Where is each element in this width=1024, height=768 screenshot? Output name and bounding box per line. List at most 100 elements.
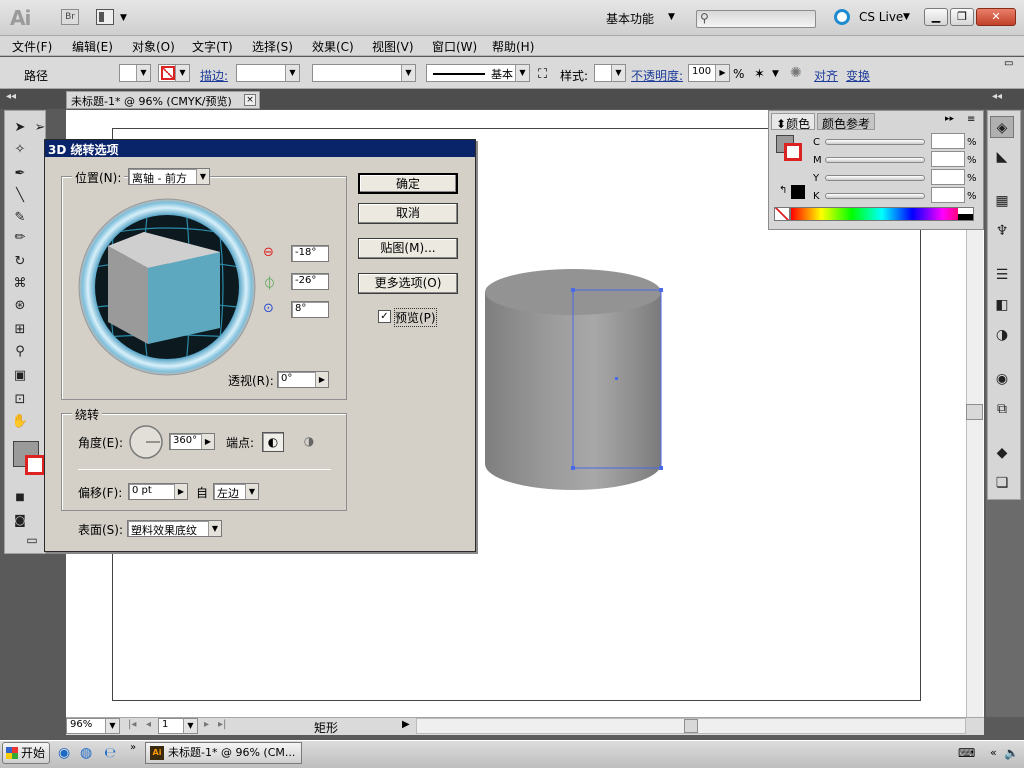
angle-dial[interactable] xyxy=(128,424,164,460)
stroke-color-picker[interactable]: ▼ xyxy=(158,64,190,82)
black-slider[interactable] xyxy=(825,193,925,199)
cylinder-3d-preview[interactable] xyxy=(480,262,670,497)
workspace-switcher[interactable]: 基本功能 xyxy=(606,10,654,27)
chrome-icon[interactable]: ◉ xyxy=(58,745,70,761)
opacity-link[interactable]: 不透明度: xyxy=(631,67,683,84)
chevron-down-icon[interactable]: ▼ xyxy=(903,12,910,22)
ok-button[interactable]: 确定 xyxy=(358,173,458,194)
tab-color-guide[interactable]: 颜色参考 xyxy=(817,113,876,131)
close-icon[interactable]: × xyxy=(244,94,256,106)
last-color-swatch[interactable] xyxy=(791,185,805,199)
brushes-icon[interactable]: ♆ xyxy=(990,220,1014,242)
magenta-input[interactable] xyxy=(931,151,965,167)
chevron-down-icon[interactable]: ▼ xyxy=(668,12,675,22)
eyedropper-tool-icon[interactable]: ⚲ xyxy=(11,343,29,361)
yellow-input[interactable] xyxy=(931,169,965,185)
collapse-toolbar-icon[interactable]: ◂◂ xyxy=(6,91,16,102)
pen-tool-icon[interactable]: ✒ xyxy=(11,165,29,183)
preview-checkbox[interactable]: ✓ xyxy=(378,310,391,323)
arrange-documents-button[interactable]: ▼ xyxy=(96,9,130,25)
live-paint-tool-icon[interactable]: ▣ xyxy=(11,367,29,385)
brush-definition-dropdown[interactable]: 基本 ▼ xyxy=(426,64,530,82)
pencil-tool-icon[interactable]: ✏ xyxy=(11,229,29,247)
color-spectrum[interactable] xyxy=(790,207,974,221)
cyan-slider[interactable] xyxy=(825,139,925,145)
menu-select[interactable]: 选择(S) xyxy=(252,38,293,55)
map-art-button[interactable]: 贴图(M)... xyxy=(358,238,458,259)
menu-object[interactable]: 对象(O) xyxy=(132,38,175,55)
selection-tool-icon[interactable]: ➤ xyxy=(11,119,29,137)
graphic-styles-icon[interactable]: ⧉ xyxy=(990,398,1014,420)
search-input[interactable] xyxy=(696,10,816,28)
last-page-icon[interactable]: ▸| xyxy=(218,719,226,730)
restore-button[interactable]: ❐ xyxy=(950,8,974,26)
quick-launch-more-icon[interactable]: » xyxy=(130,742,136,753)
preview-label[interactable]: 预览(P) xyxy=(394,308,437,327)
paintbrush-tool-icon[interactable]: ✎ xyxy=(11,209,29,227)
close-button[interactable]: ✕ xyxy=(976,8,1016,26)
ie-icon[interactable]: ℮ xyxy=(104,745,116,761)
black-input[interactable] xyxy=(931,187,965,203)
cancel-button[interactable]: 取消 xyxy=(358,203,458,224)
prev-page-icon[interactable]: ◂ xyxy=(146,719,151,730)
minimize-button[interactable]: ▁ xyxy=(924,8,948,26)
appearance-icon[interactable]: ◉ xyxy=(990,368,1014,390)
color-panel-icon[interactable]: ◈ xyxy=(990,116,1014,138)
control-menu-icon[interactable]: ▭ xyxy=(1004,58,1013,69)
bridge-button[interactable]: Br xyxy=(61,9,79,25)
surface-dropdown[interactable]: 塑料效果底纹 ▼ xyxy=(127,520,222,537)
collapse-panel-icon[interactable]: ▸▸ xyxy=(941,113,958,130)
keyboard-icon[interactable]: ⌨ xyxy=(958,746,975,760)
transform-link[interactable]: 变换 xyxy=(846,67,870,84)
cyan-input[interactable] xyxy=(931,133,965,149)
browser-icon[interactable]: ◍ xyxy=(80,745,92,761)
magic-wand-tool-icon[interactable]: ✧ xyxy=(11,141,29,159)
menu-edit[interactable]: 编辑(E) xyxy=(72,38,113,55)
shape-builder-tool-icon[interactable]: ⊛ xyxy=(11,297,29,315)
status-menu-icon[interactable]: ▶ xyxy=(402,719,410,730)
horizontal-scroll-thumb[interactable] xyxy=(684,719,698,733)
symbol-sprayer-tool-icon[interactable]: ⊞ xyxy=(11,321,29,339)
offset-input[interactable]: 0 pt ▶ xyxy=(128,483,188,500)
document-tab[interactable]: 未标题-1* @ 96% (CMYK/预览) × xyxy=(66,91,260,109)
page-dropdown[interactable]: 1 ▼ xyxy=(158,718,198,734)
menu-help[interactable]: 帮助(H) xyxy=(492,38,534,55)
isolate-icon[interactable]: ✺ xyxy=(790,65,802,81)
align-link[interactable]: 对齐 xyxy=(814,67,838,84)
drawing-mode-icon[interactable]: ◙ xyxy=(11,511,29,529)
warp-tool-icon[interactable]: ⌘ xyxy=(11,275,29,293)
z-rotation-input[interactable]: 8° xyxy=(291,301,329,318)
menu-file[interactable]: 文件(F) xyxy=(12,38,52,55)
rotate-tool-icon[interactable]: ↻ xyxy=(11,253,29,271)
next-page-icon[interactable]: ▸ xyxy=(204,719,209,730)
recolor-artwork-icon[interactable]: ✶ xyxy=(754,67,765,82)
stroke-swatch[interactable] xyxy=(25,455,45,475)
swap-icon[interactable]: ↰ xyxy=(779,185,787,196)
transparency-icon[interactable]: ◑ xyxy=(990,324,1014,346)
zoom-dropdown[interactable]: 96% ▼ xyxy=(66,718,120,734)
first-page-icon[interactable]: |◂ xyxy=(128,719,136,730)
black-swatch[interactable] xyxy=(958,214,973,220)
volume-icon[interactable]: 🔈 xyxy=(1004,746,1019,760)
vertical-scroll-thumb[interactable] xyxy=(966,404,983,420)
position-dropdown[interactable]: 离轴 - 前方 ▼ xyxy=(128,168,210,185)
selection-handle[interactable] xyxy=(571,466,575,470)
taskbar-illustrator-item[interactable]: 未标题-1* @ 96% (CM... xyxy=(145,742,302,764)
cslive-icon[interactable] xyxy=(834,9,850,25)
direct-selection-tool-icon[interactable]: ➢ xyxy=(31,119,49,137)
chevron-down-icon[interactable]: ▼ xyxy=(772,69,779,79)
artboards-icon[interactable]: ❏ xyxy=(990,472,1014,494)
cap-off-button[interactable]: ◑ xyxy=(298,432,320,452)
graphic-style-picker[interactable]: ▼ xyxy=(594,64,626,82)
swatches-icon[interactable]: ▦ xyxy=(990,190,1014,212)
panel-menu-icon[interactable]: ≡ xyxy=(963,113,979,130)
tray-expand-icon[interactable]: « xyxy=(990,746,997,759)
menu-effect[interactable]: 效果(C) xyxy=(312,38,354,55)
menu-window[interactable]: 窗口(W) xyxy=(432,38,477,55)
tab-color[interactable]: ⬍颜色 xyxy=(771,113,816,131)
stroke-swatch[interactable] xyxy=(784,143,802,161)
selection-handle[interactable] xyxy=(659,288,663,292)
stroke-weight-field[interactable]: ▼ xyxy=(236,64,300,82)
line-tool-icon[interactable]: ╲ xyxy=(11,187,29,205)
layers-icon[interactable]: ◆ xyxy=(990,442,1014,464)
